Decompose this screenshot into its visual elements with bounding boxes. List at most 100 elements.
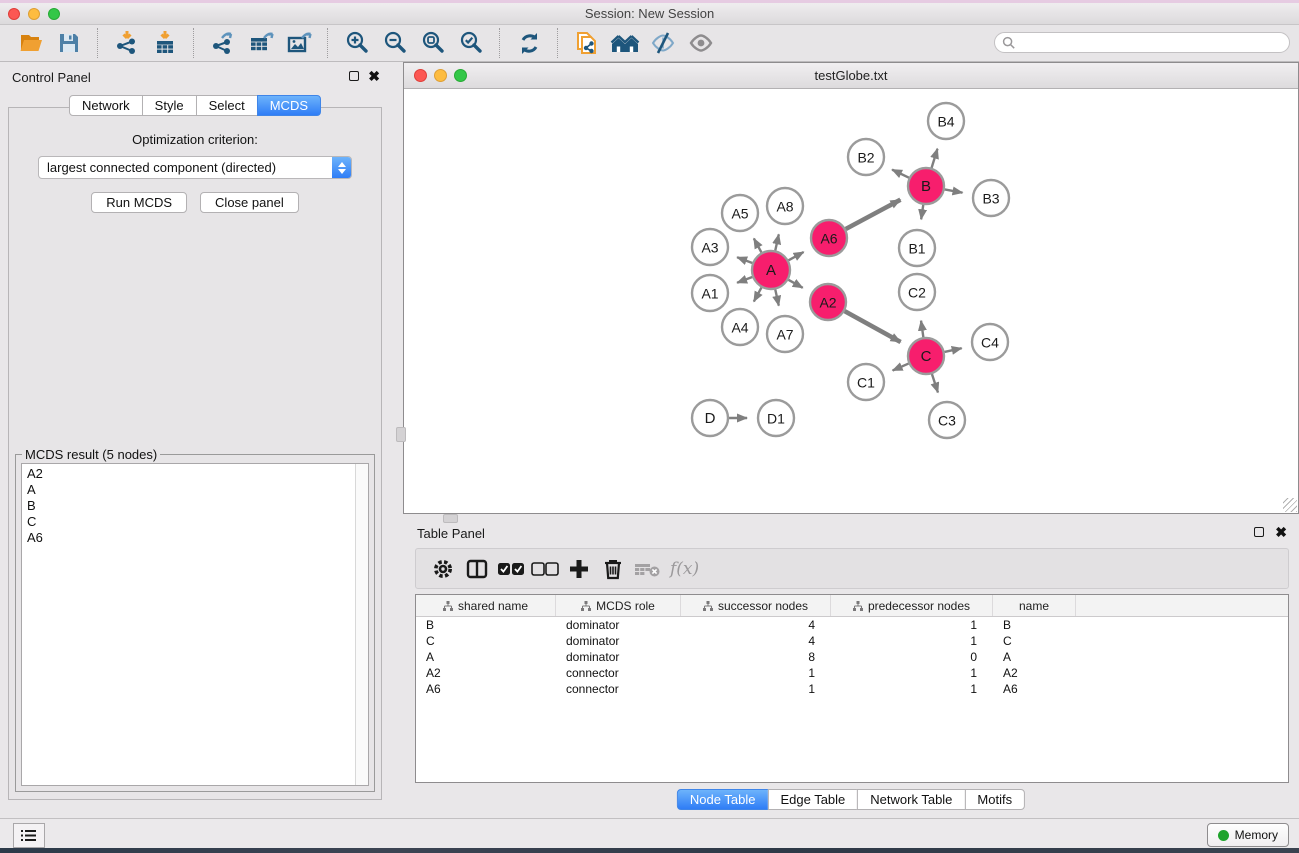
criterion-dropdown[interactable]: largest connected component (directed) [38, 156, 352, 179]
tab-mcds[interactable]: MCDS [257, 95, 321, 116]
float-panel-icon[interactable] [349, 71, 359, 81]
table-row[interactable]: A6connector11A6 [416, 681, 1288, 697]
export-image-icon[interactable] [284, 28, 314, 58]
edge-A-A1[interactable] [737, 277, 752, 283]
graph-node-B3[interactable]: B3 [973, 180, 1009, 216]
column-header-successor-nodes[interactable]: successor nodes [681, 595, 831, 616]
graph-node-A5[interactable]: A5 [722, 195, 758, 231]
show-all-icon[interactable] [686, 28, 716, 58]
graph-node-B2[interactable]: B2 [848, 139, 884, 175]
search-input[interactable] [1016, 34, 1289, 52]
mcds-result-item[interactable]: B [27, 498, 368, 514]
resize-grip-icon[interactable] [1283, 498, 1297, 512]
mcds-result-item[interactable]: A2 [27, 466, 368, 482]
zoom-fit-icon[interactable] [418, 28, 448, 58]
export-table-icon[interactable] [246, 28, 276, 58]
run-mcds-button[interactable]: Run MCDS [91, 192, 187, 213]
search-field[interactable] [994, 32, 1290, 53]
new-network-from-selection-icon[interactable] [572, 28, 602, 58]
hide-selected-icon[interactable] [648, 28, 678, 58]
add-icon[interactable] [562, 554, 596, 584]
scrollbar-track[interactable] [355, 464, 368, 785]
refresh-icon[interactable] [514, 28, 544, 58]
graph-node-C4[interactable]: C4 [972, 324, 1008, 360]
edge-C-C2[interactable] [921, 321, 923, 337]
close-panel-button[interactable]: Close panel [200, 192, 299, 213]
edge-A-A2[interactable] [788, 280, 802, 288]
edge-A-A7[interactable] [775, 290, 779, 306]
edge-B-B3[interactable] [945, 189, 963, 192]
float-table-panel-icon[interactable] [1254, 527, 1264, 537]
column-icon[interactable] [460, 554, 494, 584]
tab-node-table[interactable]: Node Table [677, 789, 769, 810]
tab-network-table[interactable]: Network Table [857, 789, 965, 810]
graph-node-D1[interactable]: D1 [758, 400, 794, 436]
edge-C-C1[interactable] [893, 364, 909, 371]
graph-node-A6[interactable]: A6 [811, 220, 847, 256]
graph-node-A2[interactable]: A2 [810, 284, 846, 320]
graph-node-C3[interactable]: C3 [929, 402, 965, 438]
column-header-shared-name[interactable]: shared name [416, 595, 556, 616]
graph-node-A8[interactable]: A8 [767, 188, 803, 224]
delete-icon[interactable] [596, 554, 630, 584]
close-panel-icon[interactable]: ✖ [368, 71, 380, 81]
table-row[interactable]: Adominator80A [416, 649, 1288, 665]
tab-network[interactable]: Network [69, 95, 143, 116]
edge-C-C3[interactable] [932, 374, 938, 392]
graph-node-C1[interactable]: C1 [848, 364, 884, 400]
edge-A-A6[interactable] [789, 252, 804, 260]
mcds-result-item[interactable]: A [27, 482, 368, 498]
tab-edge-table[interactable]: Edge Table [767, 789, 858, 810]
open-file-icon[interactable] [16, 28, 46, 58]
graph-node-A[interactable]: A [752, 251, 790, 289]
network-canvas[interactable]: B4B2BB3B1A5A8A6A3AA1C2A4A7A2C4CC1C3DD1 [404, 89, 1298, 513]
graph-node-A4[interactable]: A4 [722, 309, 758, 345]
column-header-predecessor-nodes[interactable]: predecessor nodes [831, 595, 993, 616]
graph-node-B4[interactable]: B4 [928, 103, 964, 139]
mcds-result-item[interactable]: A6 [27, 530, 368, 546]
mcds-result-list[interactable]: A2ABCA6 [21, 463, 369, 786]
zoom-out-icon[interactable] [380, 28, 410, 58]
memory-button[interactable]: Memory [1207, 823, 1289, 847]
graph-node-C2[interactable]: C2 [899, 274, 935, 310]
edge-A-A8[interactable] [775, 234, 779, 250]
edge-B-B4[interactable] [932, 149, 938, 168]
graph-node-D[interactable]: D [692, 400, 728, 436]
graph-node-B[interactable]: B [908, 168, 944, 204]
edge-B-B2[interactable] [892, 170, 909, 178]
gear-icon[interactable] [426, 554, 460, 584]
column-header-name[interactable]: name [993, 595, 1076, 616]
task-history-button[interactable] [13, 823, 45, 848]
tab-style[interactable]: Style [142, 95, 197, 116]
zoom-in-icon[interactable] [342, 28, 372, 58]
edge-A2-C[interactable] [845, 311, 901, 342]
deselect-all-icon[interactable] [528, 554, 562, 584]
import-table-icon[interactable] [150, 28, 180, 58]
edge-C-C4[interactable] [945, 348, 962, 352]
edge-A6-B[interactable] [846, 200, 901, 229]
graph-node-A3[interactable]: A3 [692, 229, 728, 265]
mcds-result-item[interactable]: C [27, 514, 368, 530]
edge-A-A4[interactable] [754, 288, 762, 302]
graph-node-A7[interactable]: A7 [767, 316, 803, 352]
zoom-selected-icon[interactable] [456, 28, 486, 58]
first-neighbors-icon[interactable] [610, 28, 640, 58]
import-network-icon[interactable] [112, 28, 142, 58]
network-window-titlebar[interactable]: testGlobe.txt [404, 63, 1298, 89]
edge-A-A3[interactable] [737, 257, 752, 263]
edge-B-B1[interactable] [921, 205, 923, 219]
graph-node-B1[interactable]: B1 [899, 230, 935, 266]
graph-node-A1[interactable]: A1 [692, 275, 728, 311]
table-row[interactable]: Bdominator41B [416, 617, 1288, 633]
save-session-icon[interactable] [54, 28, 84, 58]
table-row[interactable]: A2connector11A2 [416, 665, 1288, 681]
close-table-panel-icon[interactable]: ✖ [1275, 527, 1287, 537]
tab-select[interactable]: Select [196, 95, 258, 116]
edge-A-A5[interactable] [754, 238, 762, 252]
node-table[interactable]: shared nameMCDS rolesuccessor nodesprede… [415, 594, 1289, 783]
export-network-icon[interactable] [208, 28, 238, 58]
table-row[interactable]: Cdominator41C [416, 633, 1288, 649]
tab-motifs[interactable]: Motifs [964, 789, 1025, 810]
column-header-MCDS-role[interactable]: MCDS role [556, 595, 681, 616]
vertical-splitter-handle[interactable] [396, 427, 406, 442]
